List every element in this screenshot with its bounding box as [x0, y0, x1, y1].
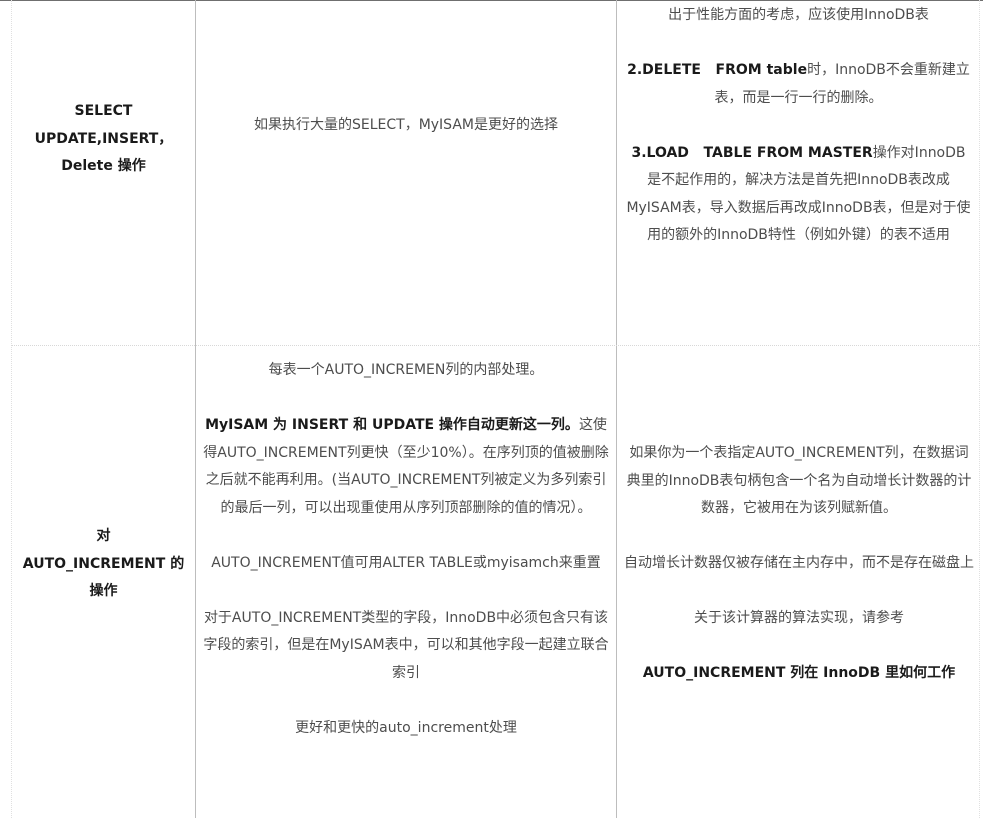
- row-label-select: SELECT UPDATE,INSERT， Delete 操作: [12, 98, 195, 181]
- cell-text: 关于该计算器的算法实现，请参考: [694, 610, 904, 626]
- row-label-line: AUTO_INCREMENT 的: [22, 555, 185, 572]
- row-label-line: Delete 操作: [61, 158, 146, 174]
- table-top-border: [0, 0, 983, 1]
- cell-text: 每表一个AUTO_INCREMEN列的内部处理。: [268, 362, 544, 378]
- cell-text: AUTO_INCREMENT 列在 InnoDB 里如何工作: [623, 660, 975, 688]
- cell-text: 出于性能方面的考虑，应该使用InnoDB表: [668, 7, 929, 23]
- cell-text: 更好和更快的auto_increment处理: [295, 719, 517, 736]
- row-label-line: UPDATE,INSERT，: [34, 130, 173, 147]
- cell-text: 对于AUTO_INCREMENT类型的字段，InnoDB中必须包含只有该字段的索…: [203, 609, 609, 681]
- innodb-cell-auto-increment: 如果你为一个表指定AUTO_INCREMENT列，在数据词典里的InnoDB表句…: [623, 440, 975, 688]
- row-divider: [11, 345, 979, 346]
- bold-text: 2.DELETE FROM table: [627, 62, 808, 78]
- bold-text: 3.LOAD TABLE FROM MASTER: [631, 144, 873, 161]
- bold-text: MyISAM 为 INSERT 和 UPDATE 操作自动更新这一列。: [205, 417, 579, 433]
- myisam-cell-auto-increment: 每表一个AUTO_INCREMEN列的内部处理。 MyISAM 为 INSERT…: [200, 357, 612, 742]
- cell-text: 3.LOAD TABLE FROM MASTER操作对InnoDB是不起作用的，…: [625, 140, 972, 250]
- innodb-cell-select: 出于性能方面的考虑，应该使用InnoDB表 2.DELETE FROM tabl…: [625, 2, 972, 250]
- cell-text: 自动增长计数器仅被存储在主内存中，而不是存在磁盘上: [624, 555, 974, 571]
- row-label-line: 操作: [89, 583, 118, 599]
- myisam-cell-select: 如果执行大量的SELECT，MyISAM是更好的选择: [196, 112, 616, 140]
- row-label-auto-increment: 对 AUTO_INCREMENT 的 操作: [12, 523, 195, 606]
- column-divider: [979, 0, 981, 818]
- cell-text: 如果你为一个表指定AUTO_INCREMENT列，在数据词典里的InnoDB表句…: [626, 445, 972, 516]
- cell-text: 如果执行大量的SELECT，MyISAM是更好的选择: [253, 117, 558, 133]
- bold-text: AUTO_INCREMENT 列在 InnoDB 里如何工作: [642, 665, 956, 681]
- cell-text: 2.DELETE FROM table时，InnoDB不会重新建立表，而是一行一…: [625, 57, 972, 112]
- row-label-line: SELECT: [74, 103, 133, 119]
- comparison-table: SELECT UPDATE,INSERT， Delete 操作 如果执行大量的S…: [0, 0, 983, 818]
- cell-text: AUTO_INCREMENT值可用ALTER TABLE或myisamch来重置: [211, 554, 601, 571]
- column-divider: [616, 0, 617, 818]
- cell-text: MyISAM 为 INSERT 和 UPDATE 操作自动更新这一列。这使得AU…: [200, 412, 612, 522]
- row-label-line: 对: [96, 528, 111, 544]
